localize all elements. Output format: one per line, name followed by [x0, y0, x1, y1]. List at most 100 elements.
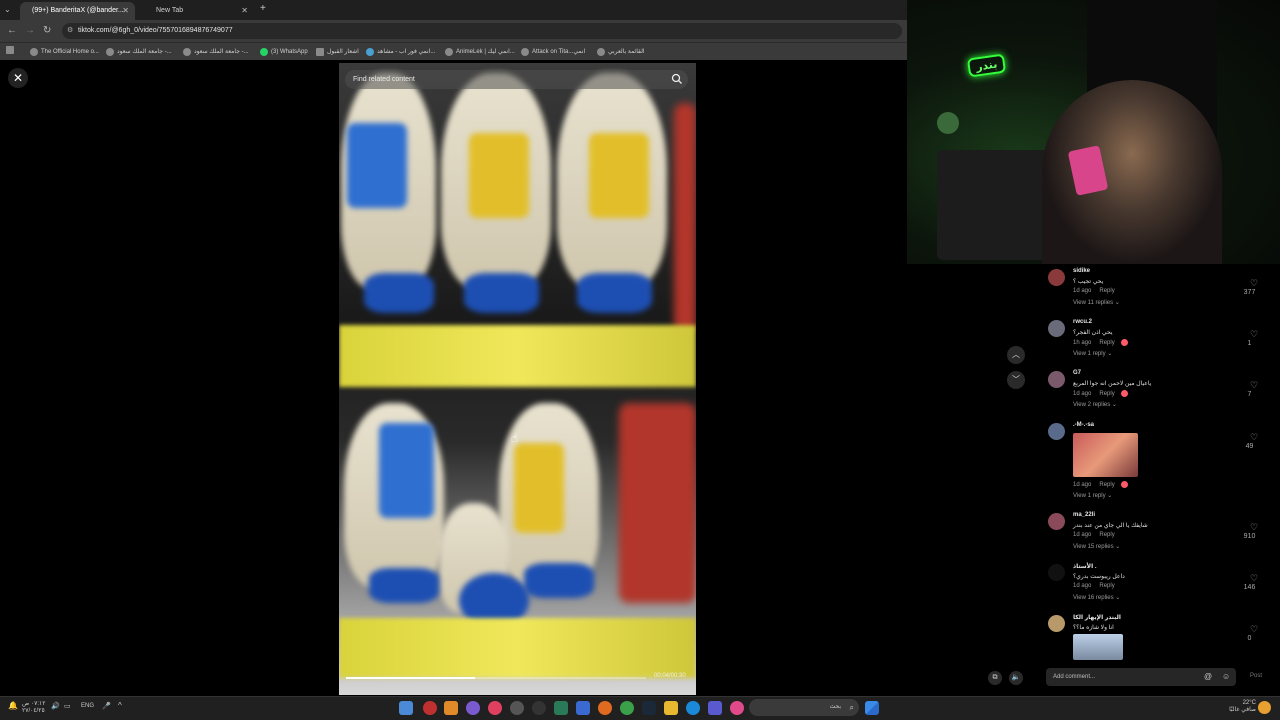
bookmark-item[interactable]: جامعة الملك سعود -...	[106, 46, 172, 58]
app-icon[interactable]	[510, 701, 524, 715]
reply-button[interactable]: Reply	[1099, 482, 1114, 488]
taskbar-search-input[interactable]: بحث ⌕	[749, 699, 859, 716]
avatar[interactable]	[1048, 423, 1065, 440]
windows-start-icon[interactable]	[865, 701, 879, 715]
teams-icon[interactable]	[708, 701, 722, 715]
avatar[interactable]	[1048, 615, 1065, 632]
avatar[interactable]	[1048, 371, 1065, 388]
volume-button[interactable]: 🔈	[1009, 671, 1023, 685]
like-heart-icon[interactable]: ♡	[1250, 329, 1258, 340]
view-replies-button[interactable]: View 11 replies ⌄	[1073, 299, 1120, 306]
comment-username[interactable]: sidike	[1073, 268, 1090, 274]
like-heart-icon[interactable]: ♡	[1250, 522, 1258, 533]
chrome-profile-icon[interactable]	[399, 701, 413, 715]
notification-icon[interactable]: 🔔	[8, 701, 18, 710]
comment-age: 1d ago	[1073, 288, 1092, 294]
reply-button[interactable]: Reply	[1099, 583, 1114, 589]
post-comment-button[interactable]: Post	[1250, 673, 1262, 679]
tab-list-icon[interactable]: ⌄	[4, 3, 11, 17]
speaker-icon[interactable]: 🔊	[51, 702, 60, 710]
chevron-up-icon[interactable]: ^	[118, 701, 122, 710]
new-tab-icon[interactable]: +	[260, 3, 266, 14]
previous-video-button[interactable]: ︿	[1007, 346, 1025, 364]
avatar[interactable]	[1048, 320, 1065, 337]
view-replies-button[interactable]: View 1 reply ⌄	[1073, 492, 1112, 499]
reply-button[interactable]: Reply	[1099, 391, 1114, 397]
bookmark-item[interactable]: اشعار القبول	[316, 46, 359, 58]
reply-button[interactable]: Reply	[1099, 340, 1114, 346]
close-tab-icon[interactable]: ✕	[122, 2, 129, 20]
apps-grid-icon[interactable]	[6, 46, 14, 54]
comment-username[interactable]: .-M-.-sa	[1073, 422, 1094, 428]
view-replies-button[interactable]: View 15 replies ⌄	[1073, 543, 1120, 550]
tab-tiktok[interactable]: (99+) BanderitaX (@bander... ✕	[20, 2, 135, 20]
clock[interactable]: ٠٧:١٢ ص ٢٧/٠٤/٢٥	[22, 701, 45, 715]
bookmark-item[interactable]: جامعة الملك سعود -...	[183, 46, 249, 58]
bookmark-item[interactable]: القائمة بالعربي	[597, 46, 645, 58]
close-tab-icon[interactable]: ✕	[241, 2, 248, 20]
app-icon[interactable]	[554, 701, 568, 715]
like-count: 377	[1243, 289, 1256, 296]
like-heart-icon[interactable]: ♡	[1250, 573, 1258, 584]
bookmark-label: جامعة الملك سعود -...	[117, 49, 172, 55]
bookmark-item[interactable]: Attack on Tita...انمي	[521, 46, 585, 58]
bottle-cap	[577, 273, 652, 313]
reply-button[interactable]: Reply	[1099, 288, 1114, 294]
reply-button[interactable]: Reply	[1099, 532, 1114, 538]
comment-text: داعل ريبوست بدري؟	[1073, 574, 1125, 580]
edge-icon[interactable]	[686, 701, 700, 715]
emoji-icon[interactable]: ☺	[1222, 668, 1230, 686]
bookmark-item[interactable]: AnimeLek | انمي ليك...	[445, 46, 515, 58]
site-info-icon[interactable]: ⚙	[67, 23, 73, 39]
comment-username[interactable]: G7	[1073, 370, 1081, 376]
file-explorer-icon[interactable]	[664, 701, 678, 715]
avatar[interactable]	[1048, 269, 1065, 286]
app-icon[interactable]	[532, 701, 546, 715]
view-replies-button[interactable]: View 2 replies ⌄	[1073, 401, 1117, 408]
app-icon[interactable]	[444, 701, 458, 715]
like-heart-icon[interactable]: ♡	[1250, 432, 1258, 443]
forward-icon[interactable]: →	[25, 24, 35, 38]
microphone-icon[interactable]: 🎤	[102, 702, 111, 710]
avatar[interactable]	[1048, 513, 1065, 530]
bookmark-item[interactable]: انمي فور اب - مشاهد...	[366, 46, 435, 58]
search-icon[interactable]	[671, 73, 683, 85]
view-replies-button[interactable]: View 1 reply ⌄	[1073, 350, 1112, 357]
chrome-icon[interactable]	[620, 701, 634, 715]
comment-username[interactable]: الأستاذ .	[1073, 563, 1097, 570]
app-icon[interactable]	[730, 701, 744, 715]
app-icon[interactable]	[488, 701, 502, 715]
language-indicator[interactable]: ENG	[81, 703, 94, 709]
comment-username[interactable]: البندر الإيهار الكا	[1073, 614, 1121, 621]
url-field[interactable]: ⚙ tiktok.com/@6gh_0/video/75570168948767…	[62, 23, 902, 39]
bottle-cap	[364, 273, 434, 313]
comment-username[interactable]: rwcu.2	[1073, 319, 1092, 325]
close-video-button[interactable]: ✕	[8, 68, 28, 88]
avatar[interactable]	[1048, 564, 1065, 581]
comment-username[interactable]: ma_22li	[1073, 512, 1095, 518]
app-icon[interactable]	[466, 701, 480, 715]
comment-image[interactable]	[1073, 634, 1123, 660]
next-video-button[interactable]: ﹀	[1007, 371, 1025, 389]
video-player[interactable]	[339, 63, 696, 695]
like-heart-icon[interactable]: ♡	[1250, 624, 1258, 635]
obs-icon[interactable]	[423, 701, 437, 715]
reload-icon[interactable]: ↻	[43, 24, 51, 38]
related-search-input[interactable]: Find related content	[345, 70, 688, 89]
tab-new-tab[interactable]: New Tab ✕	[138, 2, 254, 20]
like-heart-icon[interactable]: ♡	[1250, 278, 1258, 289]
picture-in-picture-button[interactable]: ⧉	[988, 671, 1002, 685]
steam-icon[interactable]	[642, 701, 656, 715]
weather-widget[interactable]: 22°C صافي غالبًا	[1218, 700, 1256, 714]
view-replies-button[interactable]: View 16 replies ⌄	[1073, 594, 1120, 601]
comment-image[interactable]	[1073, 433, 1138, 477]
bookmark-item[interactable]: The Official Home o...	[30, 46, 99, 58]
bookmark-item[interactable]: (3) WhatsApp	[260, 46, 308, 58]
app-icon[interactable]	[576, 701, 590, 715]
add-comment-input[interactable]: Add comment... @ ☺	[1046, 668, 1236, 686]
network-icon[interactable]: ▭	[64, 702, 71, 710]
like-heart-icon[interactable]: ♡	[1250, 380, 1258, 391]
mention-icon[interactable]: @	[1204, 668, 1212, 686]
firefox-icon[interactable]	[598, 701, 612, 715]
back-icon[interactable]: ←	[7, 24, 17, 38]
